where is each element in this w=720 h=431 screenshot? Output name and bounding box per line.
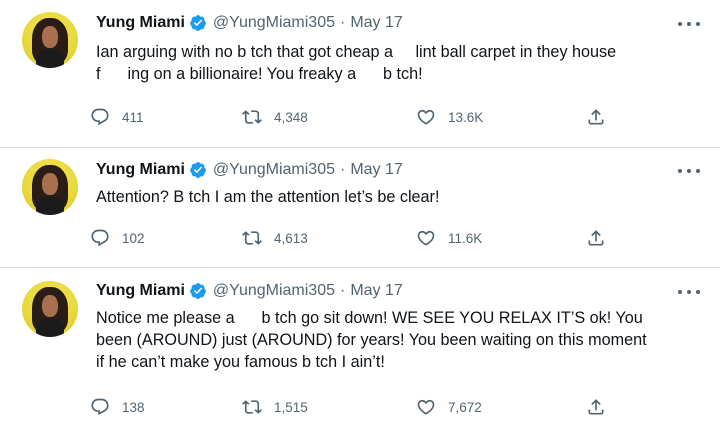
tweet-actions: 411 4,348 13.6K xyxy=(90,105,650,129)
like-count: 7,672 xyxy=(448,399,482,415)
tweet-text: Notice me please a b tch go sit down! WE… xyxy=(96,307,706,373)
verified-badge-icon xyxy=(190,283,206,299)
tweet-header: Yung Miami @YungMiami305 · May 17 xyxy=(96,12,403,34)
like-button[interactable]: 7,672 xyxy=(416,395,482,419)
tweet-header: Yung Miami @YungMiami305 · May 17 xyxy=(96,280,403,302)
like-button[interactable]: 11.6K xyxy=(416,226,482,250)
tweet-text-line: Attention? B tch I am the attention let’… xyxy=(96,188,440,206)
author-handle[interactable]: @YungMiami305 xyxy=(213,282,335,300)
more-options-icon[interactable] xyxy=(678,20,700,28)
tweet-text-line: f ing on a billionaire! You freaky a b t… xyxy=(96,65,423,83)
author-name[interactable]: Yung Miami xyxy=(96,161,185,179)
heart-icon xyxy=(417,230,435,246)
reply-count: 138 xyxy=(122,399,145,415)
tweet-text-line: Notice me please a b tch go sit down! WE… xyxy=(96,309,643,327)
more-options-icon[interactable] xyxy=(678,167,700,175)
share-icon xyxy=(588,230,604,246)
tweet-text: Attention? B tch I am the attention let’… xyxy=(96,186,706,208)
tweet-date[interactable]: May 17 xyxy=(350,161,402,179)
like-count: 11.6K xyxy=(448,230,483,246)
tweet-1[interactable]: Yung Miami @YungMiami305 · May 17 Ian ar… xyxy=(0,0,720,147)
reply-count: 102 xyxy=(122,230,145,246)
retweet-icon xyxy=(242,400,262,414)
tweet-2[interactable]: Yung Miami @YungMiami305 · May 17 Attent… xyxy=(0,147,720,267)
tweet-date[interactable]: May 17 xyxy=(350,14,402,32)
retweet-icon xyxy=(242,231,262,245)
separator-dot: · xyxy=(340,161,346,178)
retweet-icon xyxy=(242,110,262,124)
like-count: 13.6K xyxy=(448,109,484,125)
tweet-text: Ian arguing with no b tch that got cheap… xyxy=(96,41,706,85)
separator-dot: · xyxy=(340,282,346,299)
reply-icon xyxy=(91,398,109,416)
verified-badge-icon xyxy=(190,15,206,31)
retweet-button[interactable]: 4,613 xyxy=(242,226,308,250)
retweet-count: 1,515 xyxy=(274,399,308,415)
tweet-text-line: if he can’t make you famous b tch I ain’… xyxy=(96,353,385,371)
reply-icon xyxy=(91,229,109,247)
avatar[interactable] xyxy=(22,159,78,215)
retweet-button[interactable]: 1,515 xyxy=(242,395,308,419)
tweet-text-line: Ian arguing with no b tch that got cheap… xyxy=(96,43,617,61)
share-button[interactable] xyxy=(586,226,618,250)
separator-dot: · xyxy=(340,14,346,31)
author-name[interactable]: Yung Miami xyxy=(96,282,185,300)
retweet-count: 4,613 xyxy=(274,230,308,246)
tweet-3[interactable]: Yung Miami @YungMiami305 · May 17 Notice… xyxy=(0,267,720,431)
reply-button[interactable]: 102 xyxy=(90,226,145,250)
author-handle[interactable]: @YungMiami305 xyxy=(213,14,335,32)
reply-button[interactable]: 138 xyxy=(90,395,145,419)
tweet-date[interactable]: May 17 xyxy=(350,282,402,300)
reply-count: 411 xyxy=(122,109,144,125)
verified-badge-icon xyxy=(190,162,206,178)
reply-button[interactable]: 411 xyxy=(90,105,144,129)
more-options-icon[interactable] xyxy=(678,288,700,296)
like-button[interactable]: 13.6K xyxy=(416,105,483,129)
heart-icon xyxy=(417,109,435,125)
share-button[interactable] xyxy=(586,105,618,129)
share-icon xyxy=(588,109,604,125)
reply-icon xyxy=(91,108,109,126)
retweet-count: 4,348 xyxy=(274,109,308,125)
avatar[interactable] xyxy=(22,281,78,337)
tweet-text-line: been (AROUND) just (AROUND) for years! Y… xyxy=(96,331,647,349)
share-button[interactable] xyxy=(586,395,618,419)
avatar[interactable] xyxy=(22,12,78,68)
author-name[interactable]: Yung Miami xyxy=(96,14,185,32)
heart-icon xyxy=(417,399,435,415)
tweet-header: Yung Miami @YungMiami305 · May 17 xyxy=(96,159,403,181)
share-icon xyxy=(588,399,604,415)
tweet-actions: 138 1,515 7,672 xyxy=(90,395,650,419)
retweet-button[interactable]: 4,348 xyxy=(242,105,308,129)
author-handle[interactable]: @YungMiami305 xyxy=(213,161,335,179)
tweet-actions: 102 4,613 11.6K xyxy=(90,226,650,250)
